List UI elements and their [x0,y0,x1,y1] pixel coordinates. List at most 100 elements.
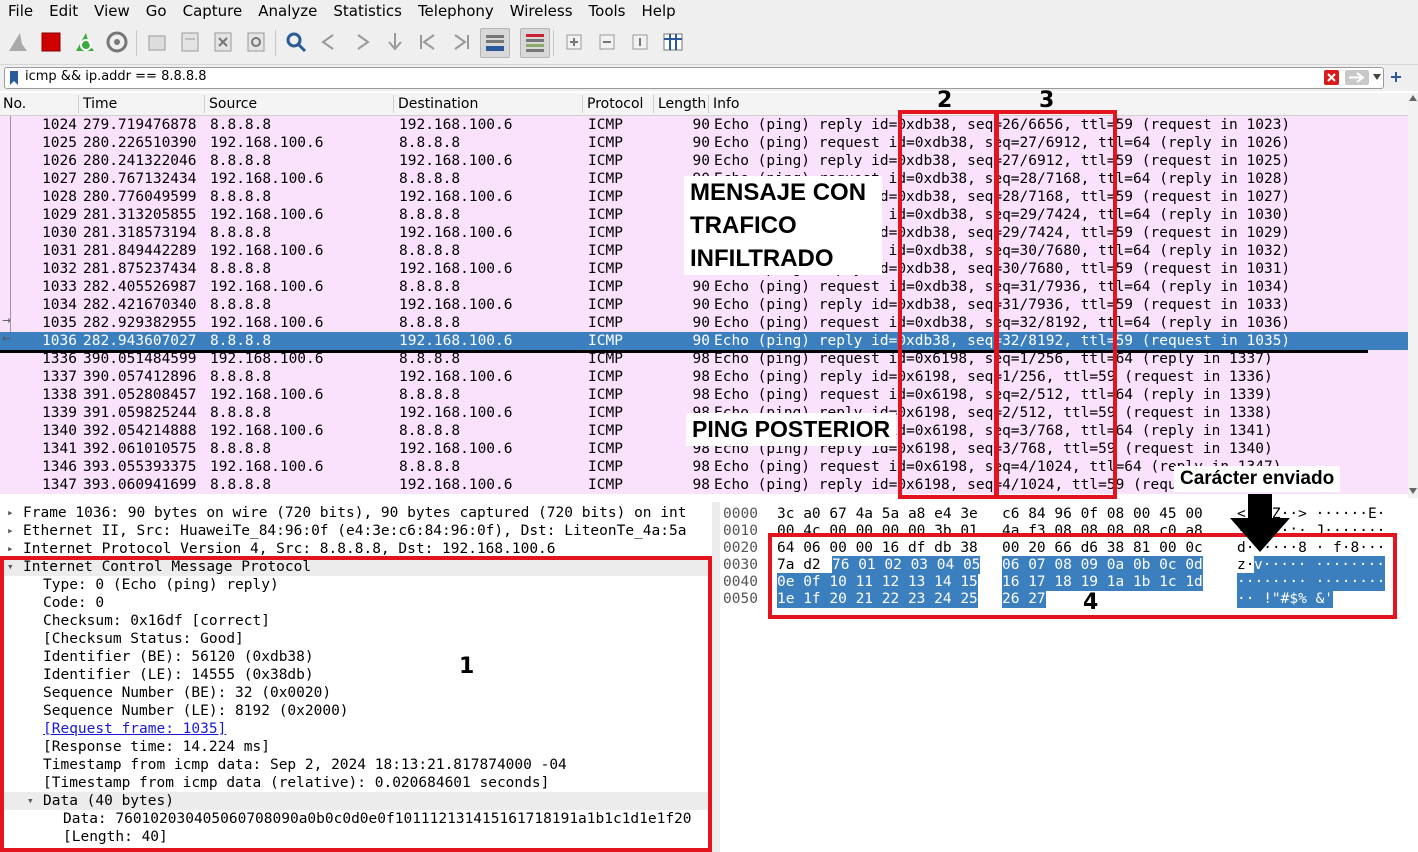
col-length[interactable]: Length [658,96,706,112]
open-file-icon[interactable] [143,28,171,56]
reload-file-icon[interactable] [242,28,270,56]
detail-response-time[interactable]: [Response time: 14.224 ms] [0,738,712,756]
hex-bytes-selected[interactable]: 26 27 [1002,590,1046,608]
hex-ascii[interactable]: z· [1237,556,1254,574]
menu-wireless[interactable]: Wireless [502,0,581,22]
go-to-packet-icon[interactable] [381,28,409,56]
packet-row[interactable]: 1033 282.405526987 192.168.100.6 8.8.8.8 ICM… [0,278,1408,296]
menu-telephony[interactable]: Telephony [410,0,502,22]
packet-row[interactable]: 1338 391.052808457 192.168.100.6 8.8.8.8 ICM… [0,386,1408,404]
hex-ascii-selected[interactable]: ········ ········ [1237,573,1386,591]
capture-options-icon[interactable] [103,28,131,56]
packet-cell-time: 281.318573194 [83,225,197,241]
hex-bytes[interactable]: 4a f3 08 08 08 08 c0 a8 [1002,522,1203,540]
packet-cell-proto: ICMP [588,297,623,313]
normal-size-icon[interactable] [626,28,654,56]
hex-ascii-selected[interactable]: ·· !"#$% &' [1237,590,1334,608]
go-forward-icon[interactable] [348,28,376,56]
detail-seq-be[interactable]: Sequence Number (BE): 32 (0x0020) [0,684,712,702]
auto-scroll-icon[interactable] [480,28,510,58]
apply-filter-icon[interactable] [1345,70,1369,85]
search-icon[interactable] [282,28,310,56]
detail-data[interactable]: ▾ Data (40 bytes) [0,792,712,810]
menu-file[interactable]: File [0,0,41,22]
packet-cell-info: Echo (ping) request id=0xdb38, seq=27/69… [714,135,1291,151]
hex-bytes[interactable]: 00 20 66 d6 38 81 00 0c [1002,539,1203,557]
hex-bytes-selected[interactable]: 16 17 18 19 1a 1b 1c 1d [1002,573,1203,591]
detail-checksum[interactable]: Checksum: 0x16df [correct] [0,612,712,630]
detail-type[interactable]: Type: 0 (Echo (ping) reply) [0,576,712,594]
hex-bytes-selected[interactable]: 06 07 08 09 0a 0b 0c 0d [1002,556,1203,574]
hex-bytes[interactable]: c6 84 96 0f 08 00 45 00 [1002,505,1203,523]
add-filter-button-icon[interactable] [1390,71,1402,83]
packet-row[interactable]: 1026 280.241322046 8.8.8.8 192.168.100.6 ICM… [0,152,1408,170]
restart-capture-icon[interactable] [70,28,98,56]
bookmark-icon[interactable] [9,71,19,85]
menu-tools[interactable]: Tools [581,0,634,22]
col-time[interactable]: Time [83,96,117,112]
menu-help[interactable]: Help [633,0,683,22]
hex-offset: 0040 [723,574,758,590]
packet-row[interactable]: 1337 390.057412896 8.8.8.8 192.168.100.6 ICM… [0,368,1408,386]
hex-bytes-selected[interactable]: 1e 1f 20 21 22 23 24 25 [777,590,978,608]
save-file-icon[interactable] [176,28,204,56]
detail-data-hex[interactable]: Data: 760102030405060708090a0b0c0d0e0f10… [0,810,712,828]
zoom-in-icon[interactable] [560,28,588,56]
detail-frame[interactable]: ▸ Frame 1036: 90 bytes on wire (720 bits)… [0,504,712,522]
packet-row[interactable]: 1035 282.929382955 192.168.100.6 8.8.8.8 ICM… [0,314,1408,332]
col-destination[interactable]: Destination [398,96,478,112]
col-source[interactable]: Source [209,96,257,112]
menu-view[interactable]: View [86,0,138,22]
detail-ethernet[interactable]: ▸ Ethernet II, Src: HuaweiTe_84:96:0f (e4… [0,522,712,540]
col-no[interactable]: No. [3,96,26,112]
packet-cell-time: 391.052808457 [83,387,197,403]
packet-row[interactable]: 1024 279.719476878 8.8.8.8 192.168.100.6 ICM… [0,116,1408,134]
stop-capture-icon[interactable] [37,28,65,56]
close-file-icon[interactable] [209,28,237,56]
detail-seq-le[interactable]: Sequence Number (LE): 8192 (0x2000) [0,702,712,720]
colorize-icon[interactable] [520,28,550,58]
hex-bytes-selected[interactable]: 0e 0f 10 11 12 13 14 15 [777,573,978,591]
detail-timestamp-relative[interactable]: [Timestamp from icmp data (relative): 0.… [0,774,712,792]
hex-bytes[interactable]: 64 06 00 00 16 df db 38 [777,539,978,557]
packet-cell-proto: ICMP [588,207,623,223]
packet-cell-proto: ICMP [588,279,623,295]
shark-fin-icon[interactable] [4,28,32,56]
hex-bytes-selected[interactable]: 76 01 02 03 04 05 [832,556,981,574]
menu-analyze[interactable]: Analyze [250,0,325,22]
menu-go[interactable]: Go [138,0,175,22]
detail-length[interactable]: [Length: 40] [0,828,712,846]
hex-ascii-selected[interactable]: v····· ········ [1254,556,1385,574]
detail-checksum-status[interactable]: [Checksum Status: Good] [0,630,712,648]
packet-list-scrollbar[interactable] [1408,93,1418,498]
last-packet-icon[interactable] [447,28,475,56]
hex-bytes[interactable]: 3c a0 67 4a 5a a8 e4 3e [777,505,978,523]
detail-ip[interactable]: ▸ Internet Protocol Version 4, Src: 8.8.8… [0,540,712,558]
detail-id-be[interactable]: Identifier (BE): 56120 (0xdb38) [0,648,712,666]
detail-id-le[interactable]: Identifier (LE): 14555 (0x38db) [0,666,712,684]
packet-cell-src: 192.168.100.6 [210,315,324,331]
request-frame-link[interactable]: [Request frame: 1035] [43,720,226,738]
menu-edit[interactable]: Edit [41,0,86,22]
hex-bytes[interactable]: 7a d2 [777,556,821,574]
col-info[interactable]: Info [713,96,740,112]
packet-row[interactable]: 1034 282.421670340 8.8.8.8 192.168.100.6 ICM… [0,296,1408,314]
zoom-out-icon[interactable] [593,28,621,56]
menu-capture[interactable]: Capture [175,0,251,22]
col-protocol[interactable]: Protocol [587,96,643,112]
filter-history-icon[interactable] [1373,74,1381,80]
clear-filter-icon[interactable] [1324,70,1339,85]
resize-columns-icon[interactable] [659,28,687,56]
detail-icmp[interactable]: ▾ Internet Control Message Protocol [0,558,712,576]
packet-cell-time: 392.061010575 [83,441,197,457]
first-packet-icon[interactable] [414,28,442,56]
packet-row[interactable]: 1036 282.943607027 8.8.8.8 192.168.100.6 ICM… [0,332,1408,350]
packet-row[interactable]: 1025 280.226510390 192.168.100.6 8.8.8.8 ICM… [0,134,1408,152]
menu-statistics[interactable]: Statistics [325,0,410,22]
hex-bytes[interactable]: 00 4c 00 00 00 00 3b 01 [777,522,978,540]
display-filter-input[interactable]: icmp && ip.addr == 8.8.8.8 [4,67,1384,89]
detail-timestamp[interactable]: Timestamp from icmp data: Sep 2, 2024 18… [0,756,712,774]
detail-code[interactable]: Code: 0 [0,594,712,612]
detail-request-frame[interactable]: [Request frame: 1035] [0,720,712,738]
go-back-icon[interactable] [315,28,343,56]
